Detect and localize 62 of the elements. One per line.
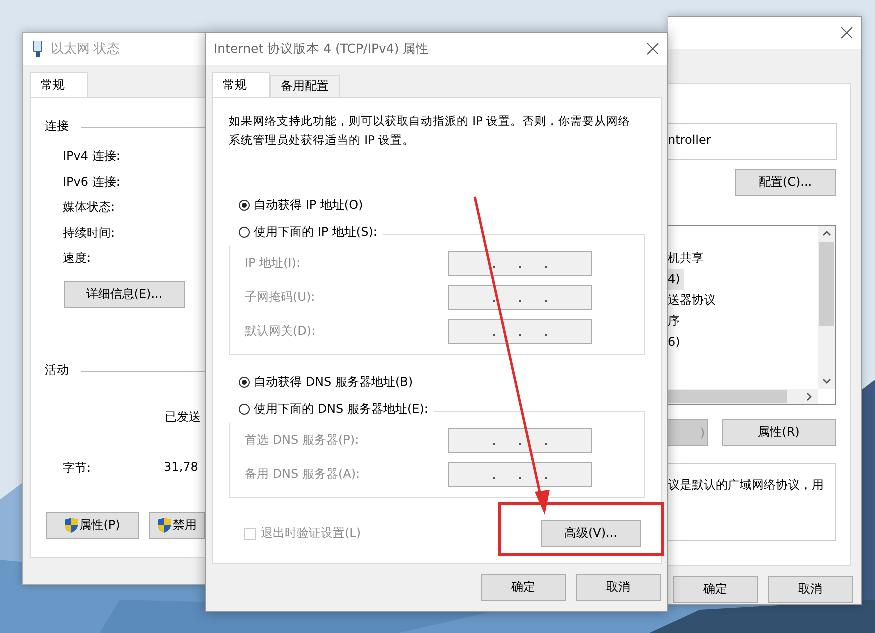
shield-icon xyxy=(64,518,78,532)
section-heading: 活动 xyxy=(45,362,69,379)
checkbox-label: 退出时验证设置(L) xyxy=(261,525,362,542)
dialog-button[interactable]: 确定 xyxy=(481,574,566,601)
network-adapter-icon xyxy=(33,41,43,57)
radio-button[interactable] xyxy=(239,200,250,211)
tab[interactable]: 常规 xyxy=(212,72,270,97)
field-label: 字节: xyxy=(63,460,92,476)
tab[interactable]: 备用配置 xyxy=(270,75,340,97)
window-title: 以太网 状态 xyxy=(51,41,120,58)
scrollbar[interactable] xyxy=(668,389,818,404)
radio-button[interactable] xyxy=(239,377,250,388)
ip-address-field[interactable] xyxy=(448,428,592,453)
components-list[interactable]: 机共享 4) 送器协议 序 6) xyxy=(668,225,836,405)
field-label: IPv6 连接: xyxy=(63,174,122,190)
ip-address-field[interactable] xyxy=(448,285,592,310)
ip-address-field[interactable] xyxy=(448,319,592,344)
chevron-up-icon[interactable] xyxy=(822,231,830,236)
dialog-button[interactable]: 确定 xyxy=(673,576,758,603)
list-item[interactable]: 6) xyxy=(668,332,684,353)
shield-icon xyxy=(158,518,171,532)
tab[interactable]: 常规 xyxy=(30,72,88,97)
adapter-field: ntroller xyxy=(668,123,837,160)
ip-address-field[interactable] xyxy=(448,462,592,487)
column-heading: 已发送 xyxy=(165,410,201,424)
list-item[interactable]: 送器协议 xyxy=(668,290,720,311)
field-label: 媒体状态: xyxy=(63,199,116,216)
radio-label: 自动获得 DNS 服务器地址(B) xyxy=(254,374,414,391)
field-label: IP 地址(I): xyxy=(245,255,301,272)
details-button[interactable]: 详细信息(E)... xyxy=(64,280,185,308)
field-label: 速度: xyxy=(63,250,92,267)
bytes-value: 31,78 xyxy=(164,460,198,476)
field-label: 持续时间: xyxy=(63,224,116,242)
description-text: 如果网络支持此功能，则可以获取自动指派的 IP 设置。否则，你需要从网络系统管理员处获得适当的 IP 设置。 xyxy=(229,113,632,149)
close-icon[interactable] xyxy=(647,43,659,55)
chevron-right-icon[interactable] xyxy=(807,392,812,400)
configure-button[interactable]: 配置(C)... xyxy=(735,169,836,196)
advanced-button[interactable]: 高级(V)... xyxy=(541,520,641,547)
dialog-button[interactable]: 取消 xyxy=(576,574,661,601)
window-title: Internet 协议版本 4 (TCP/IPv4) 属性 xyxy=(214,40,430,58)
radio-button[interactable] xyxy=(239,404,250,415)
dialog-button[interactable]: 取消 xyxy=(768,576,853,603)
list-item[interactable]: 机共享 xyxy=(668,248,708,269)
component-button[interactable]: 属性(R) xyxy=(722,419,836,446)
radio-label: 使用下面的 DNS 服务器地址(E): xyxy=(254,401,428,418)
field-label: 备用 DNS 服务器(A): xyxy=(245,466,360,483)
radio-label: 自动获得 IP 地址(O) xyxy=(254,197,364,214)
field-label: 首选 DNS 服务器(P): xyxy=(245,432,360,449)
chevron-down-icon[interactable] xyxy=(822,379,830,384)
radio-button[interactable] xyxy=(239,227,250,238)
shield-button[interactable]: 属性(P) xyxy=(46,512,139,538)
radio-label: 使用下面的 IP 地址(S): xyxy=(254,224,378,241)
close-icon[interactable] xyxy=(841,27,853,39)
list-item[interactable]: 序 xyxy=(668,311,684,332)
section-heading: 连接 xyxy=(45,118,69,134)
field-label: 默认网关(D): xyxy=(245,323,316,340)
field-label: 子网掩码(U): xyxy=(245,289,316,306)
scrollbar[interactable] xyxy=(818,226,835,389)
ip-address-field[interactable] xyxy=(448,251,592,276)
field-label: IPv4 连接: xyxy=(63,148,122,165)
shield-button[interactable]: 禁用 xyxy=(149,512,205,538)
list-item[interactable]: 4) xyxy=(668,269,684,290)
